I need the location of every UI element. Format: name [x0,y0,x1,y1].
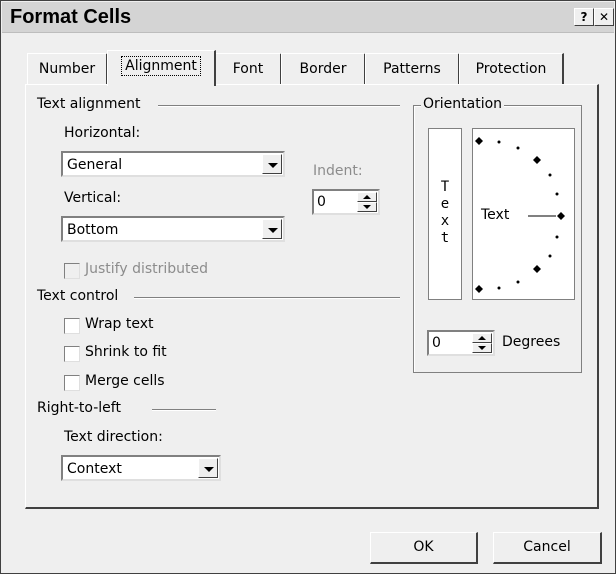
justify-distributed-label: Justify distributed [85,261,209,277]
spin-up-icon[interactable] [357,192,377,202]
help-button[interactable]: ? [574,8,594,26]
vertical-letter: t [440,230,450,246]
chevron-down-icon[interactable] [198,458,218,478]
vertical-dropdown[interactable]: Bottom [61,216,285,242]
horizontal-dropdown[interactable]: General [61,151,285,177]
vertical-letter: T [440,179,450,195]
right-to-left-divider [152,409,216,411]
text-direction-dropdown[interactable]: Context [61,455,221,481]
orientation-heading: Orientation [421,96,505,112]
tab-border-label: Border [299,61,347,77]
chevron-down-icon[interactable] [262,154,282,174]
tab-alignment-label: Alignment [121,56,201,76]
spin-down-icon[interactable] [472,343,492,353]
text-alignment-divider [158,105,400,107]
vertical-letter: x [440,213,450,229]
close-button[interactable]: ✕ [594,8,614,26]
degrees-spinner[interactable]: 0 [427,330,495,356]
cancel-button[interactable]: Cancel [493,532,602,564]
tab-patterns[interactable]: Patterns [365,53,460,85]
title-bar: Format Cells ? ✕ [2,2,614,33]
vertical-label: Vertical: [64,190,122,206]
tab-font-label: Font [232,61,264,77]
spin-up-icon[interactable] [472,333,492,343]
chevron-down-icon[interactable] [262,219,282,239]
vertical-value: Bottom [67,222,119,238]
tab-border[interactable]: Border [281,53,366,85]
merge-cells-checkbox[interactable] [64,375,80,391]
horizontal-value: General [67,157,123,173]
merge-cells-label: Merge cells [85,373,165,389]
degrees-label: Degrees [502,334,561,350]
format-cells-dialog: Format Cells ? ✕ Number Alignment Font B… [0,0,616,574]
tab-number-label: Number [38,61,96,77]
spin-down-icon[interactable] [357,202,377,212]
shrink-to-fit-checkbox[interactable] [64,346,80,362]
wrap-text-label: Wrap text [85,316,154,332]
wrap-text-checkbox[interactable] [64,318,80,334]
text-control-divider [134,297,400,299]
right-to-left-heading: Right-to-left [37,400,121,416]
orientation-dial[interactable]: Text [472,128,575,300]
window-title: Format Cells [10,6,132,28]
justify-distributed-checkbox[interactable] [64,263,80,279]
indent-value: 0 [317,194,326,210]
alignment-panel: Text alignment Horizontal: General Verti… [25,84,599,509]
tab-alignment[interactable]: Alignment [107,50,216,86]
indent-spinner[interactable]: 0 [312,189,380,215]
text-control-heading: Text control [37,288,119,304]
shrink-to-fit-label: Shrink to fit [85,344,167,360]
degrees-value: 0 [432,335,441,351]
horizontal-label: Horizontal: [64,125,141,141]
text-direction-value: Context [67,461,122,477]
indent-label: Indent: [313,163,363,179]
dial-text-label: Text [481,207,510,223]
tab-font[interactable]: Font [215,53,282,85]
tab-number[interactable]: Number [27,53,108,85]
tab-protection-label: Protection [475,61,547,77]
vertical-text-box[interactable]: T e x t [428,128,462,300]
ok-button[interactable]: OK [370,532,478,564]
text-direction-label: Text direction: [64,429,163,445]
text-alignment-heading: Text alignment [37,96,141,112]
tab-patterns-label: Patterns [383,61,441,77]
vertical-letter: e [440,196,450,212]
tab-protection[interactable]: Protection [459,53,564,85]
